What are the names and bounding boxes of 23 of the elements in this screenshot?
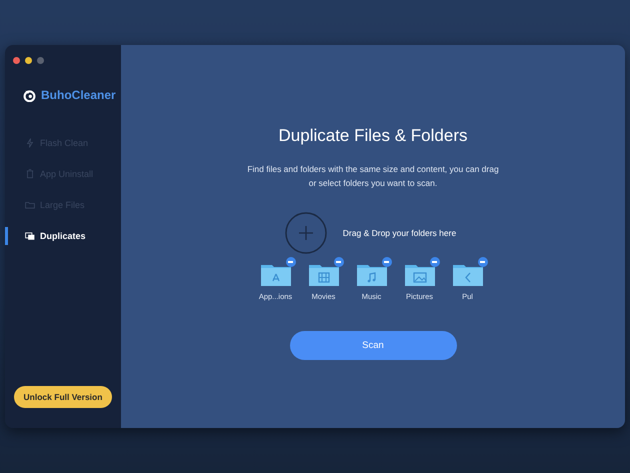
pictures-folder-icon[interactable] xyxy=(404,262,434,286)
page-title: Duplicate Files & Folders xyxy=(278,126,468,146)
trash-icon xyxy=(25,169,35,179)
zoom-button[interactable] xyxy=(37,57,44,64)
remove-badge[interactable] xyxy=(286,257,296,267)
unlock-full-version-button[interactable]: Unlock Full Version xyxy=(14,386,112,408)
folder-icon xyxy=(25,200,35,210)
app-folder-icon[interactable] xyxy=(260,262,290,286)
music-folder-icon[interactable] xyxy=(356,262,386,286)
remove-badge[interactable] xyxy=(478,257,488,267)
description-text: Find files and folders with the same size and content, you can drag or select folders you want to scan. xyxy=(246,163,500,190)
bolt-icon xyxy=(25,138,35,148)
scan-button[interactable]: Scan xyxy=(290,331,456,360)
remove-badge[interactable] xyxy=(430,257,440,267)
duplicate-files-icon xyxy=(25,231,35,241)
minimize-button[interactable] xyxy=(25,57,32,64)
close-button[interactable] xyxy=(13,57,20,64)
movies-folder-icon[interactable] xyxy=(308,262,338,286)
remove-badge[interactable] xyxy=(382,257,392,267)
drop-hint: Drag & Drop your folders here xyxy=(342,228,456,238)
remove-badge[interactable] xyxy=(334,257,344,267)
folder-icon[interactable] xyxy=(452,262,482,286)
app-name: BuhoCleaner xyxy=(41,88,116,102)
